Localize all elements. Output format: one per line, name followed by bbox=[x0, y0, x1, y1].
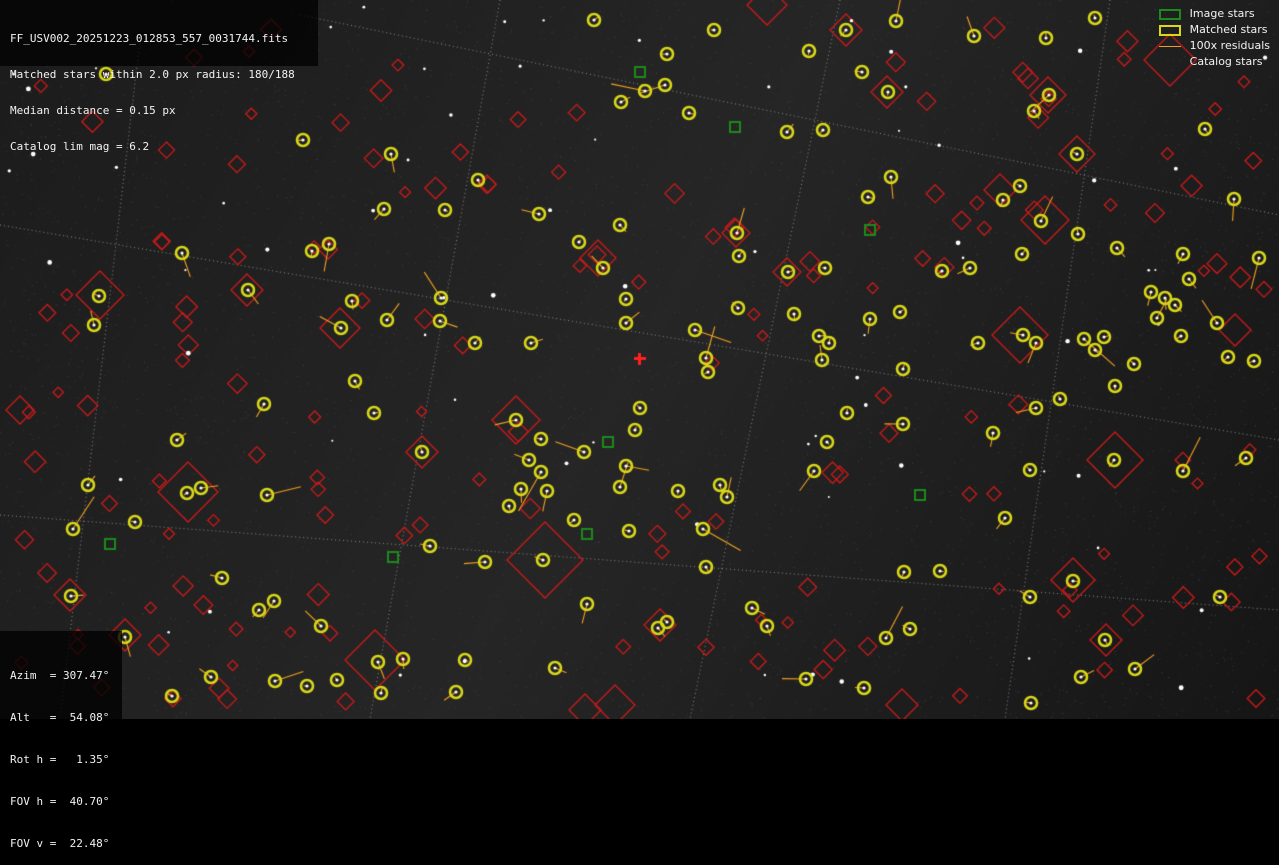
legend-image-stars: Image stars bbox=[1158, 6, 1270, 22]
matched-stars-text: Matched stars within 2.0 px radius: 180/… bbox=[10, 68, 295, 81]
fov-horizontal-text: FOV h = 40.70° bbox=[10, 795, 110, 808]
legend: Image stars Matched stars 100x residuals… bbox=[1158, 6, 1270, 70]
altitude-text: Alt = 54.08° bbox=[10, 711, 110, 724]
legend-matched-stars-label: Matched stars bbox=[1189, 23, 1268, 36]
filename-text: FF_USV002_20251223_012853_557_0031744.fi… bbox=[10, 32, 289, 45]
blank-swatch-icon bbox=[1159, 57, 1181, 68]
legend-catalog-stars-label: Catalog stars bbox=[1189, 55, 1263, 68]
legend-residuals: 100x residuals bbox=[1158, 38, 1270, 54]
azimuth-text: Azim = 307.47° bbox=[10, 669, 110, 682]
rotation-text: Rot h = 1.35° bbox=[10, 753, 110, 766]
orange-line-icon bbox=[1158, 41, 1181, 52]
pointing-panel: Azim = 307.47° Alt = 54.08° Rot h = 1.35… bbox=[0, 631, 122, 850]
median-distance-text: Median distance = 0.15 px bbox=[10, 104, 176, 117]
legend-image-stars-label: Image stars bbox=[1189, 7, 1255, 20]
green-square-icon bbox=[1158, 8, 1181, 20]
yellow-square-icon bbox=[1158, 24, 1181, 36]
fov-vertical-text: FOV v = 22.48° bbox=[10, 837, 110, 850]
legend-catalog-stars: Catalog stars bbox=[1159, 54, 1270, 70]
legend-matched-stars: Matched stars bbox=[1158, 22, 1270, 38]
legend-residuals-label: 100x residuals bbox=[1189, 39, 1270, 52]
info-panel: FF_USV002_20251223_012853_557_0031744.fi… bbox=[0, 0, 318, 153]
catalog-limit-text: Catalog lim mag = 6.2 bbox=[10, 140, 150, 153]
